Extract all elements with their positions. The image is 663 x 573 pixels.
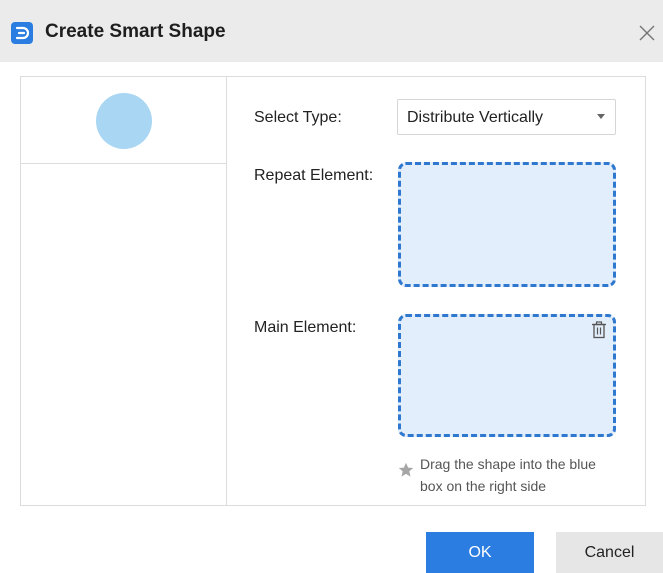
dialog-content [20, 76, 646, 506]
create-smart-shape-dialog: Create Smart Shape Select Type: Distribu… [0, 0, 663, 573]
repeat-element-label: Repeat Element: [254, 167, 374, 184]
star-icon [398, 462, 414, 478]
close-icon [639, 25, 655, 41]
cancel-button[interactable]: Cancel [556, 532, 663, 573]
dialog-titlebar: Create Smart Shape [0, 0, 663, 62]
shape-preview-pane [21, 77, 227, 505]
trash-icon[interactable] [591, 321, 607, 339]
main-element-dropzone[interactable] [398, 314, 616, 437]
repeat-element-dropzone[interactable] [398, 162, 616, 287]
app-logo-icon [11, 22, 33, 44]
dialog-title: Create Smart Shape [45, 21, 226, 42]
main-element-label: Main Element: [254, 319, 357, 336]
circle-shape-preview [96, 93, 152, 149]
drag-hint-text: Drag the shape into the blue box on the … [420, 456, 596, 494]
select-type-dropdown[interactable]: Distribute Vertically [397, 99, 616, 135]
close-button[interactable] [637, 23, 657, 43]
chevron-down-icon [597, 114, 605, 119]
select-type-label: Select Type: [254, 109, 342, 126]
shape-thumbnail[interactable] [21, 77, 226, 164]
select-type-value: Distribute Vertically [407, 109, 544, 126]
ok-button[interactable]: OK [426, 532, 534, 573]
